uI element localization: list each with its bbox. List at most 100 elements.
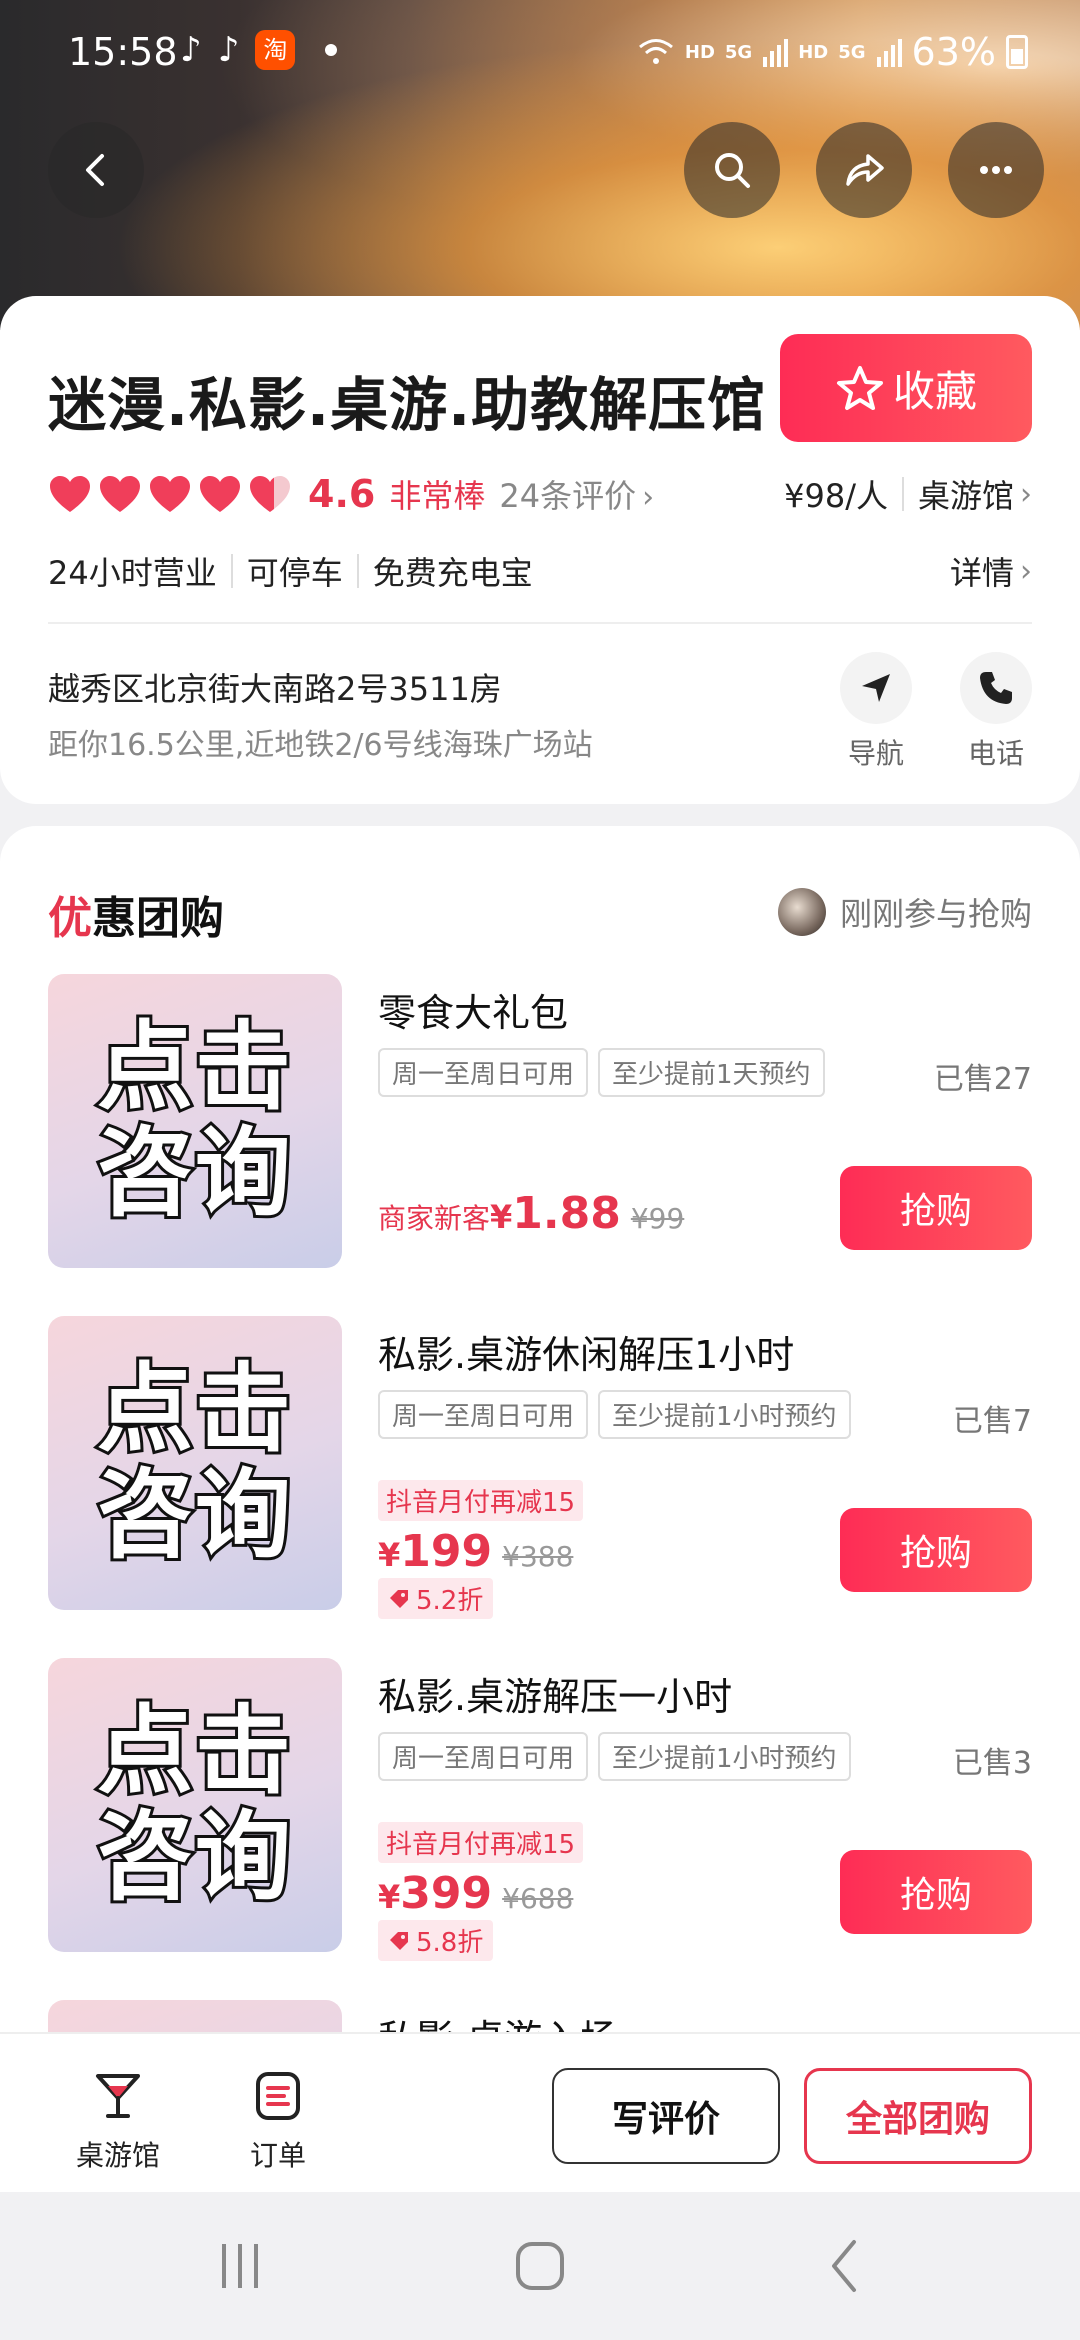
thumbnail-text: 咨询 [94, 1801, 294, 1913]
recent-buyers-label: 刚刚参与抢购 [839, 895, 1032, 933]
buy-button[interactable]: 抢购 [840, 1508, 1032, 1592]
discount-badge: 5.2折 [378, 1578, 494, 1619]
tag-power-bank: 免费充电宝 [372, 554, 533, 592]
store-info-card: 迷漫.私影.桌游.助教解压馆 收藏 4.6 非常棒 24条评价 › ¥98/人 桌… [0, 296, 1080, 804]
divider [901, 477, 904, 511]
original-price: ¥99 [630, 1202, 685, 1235]
recent-apps-icon[interactable] [210, 2236, 270, 2296]
store-category: 桌游馆 [917, 477, 1014, 515]
more-notifications-dot-icon [325, 44, 338, 56]
sold-count: 已售27 [933, 1062, 1032, 1097]
details-label: 详情 [949, 554, 1014, 592]
share-icon [846, 154, 884, 186]
recent-buyers: 刚刚参与抢购 [777, 888, 1032, 936]
avatar [777, 888, 826, 936]
rating-row: 4.6 非常棒 24条评价 › ¥98/人 桌游馆 › [48, 464, 1032, 524]
price-line: ¥399 ¥688 [378, 1868, 573, 1919]
wifi-icon [638, 39, 673, 64]
signal-icon [763, 39, 789, 67]
tiktok-icon: ♪ [180, 30, 202, 70]
booking-chip: 至少提前1天预约 [598, 1048, 825, 1097]
section-title: 优惠团购 [48, 882, 224, 946]
rating-score: 4.6 [308, 472, 376, 516]
booking-chip: 至少提前1小时预约 [598, 1390, 851, 1439]
thumbnail-text: 咨询 [94, 1459, 294, 1571]
share-button[interactable] [816, 122, 912, 218]
currency-symbol: ¥ [490, 1198, 513, 1236]
divider [356, 554, 359, 588]
chevron-left-icon [86, 154, 104, 186]
write-review-button[interactable]: 写评价 [552, 2068, 780, 2164]
tag-parking: 可停车 [246, 554, 343, 592]
tag-24h: 24小时营业 [48, 554, 217, 592]
deal-item[interactable]: 点击 咨询 私影.桌游休闲解压1小时 周一至周日可用 至少提前1小时预约 已售7… [48, 1316, 1032, 1619]
tab-store-label: 桌游馆 [75, 2139, 160, 2172]
heart-half-icon [250, 476, 290, 512]
search-icon [715, 153, 750, 188]
section-title-accent: 优 [48, 893, 92, 944]
section-title-rest: 惠团购 [92, 893, 224, 944]
navigate-label: 导航 [847, 737, 904, 770]
phone-label: 电话 [967, 737, 1024, 770]
all-deals-button[interactable]: 全部团购 [804, 2068, 1032, 2164]
tab-orders[interactable]: 订单 [218, 2068, 338, 2174]
price-line: 商家新客 ¥1.88 ¥99 [378, 1188, 684, 1239]
bottom-action-bar: 桌游馆 订单 写评价 全部团购 [0, 2032, 1080, 2192]
search-button[interactable] [684, 122, 780, 218]
deal-item[interactable]: 点击 咨询 私影.桌游解压一小时 周一至周日可用 至少提前1小时预约 已售3 抖… [48, 1658, 1032, 1961]
price-category[interactable]: ¥98/人 桌游馆 › [784, 471, 1032, 517]
back-button[interactable] [48, 122, 144, 218]
notification-icons: ♪ ♪ 淘 [180, 30, 338, 70]
currency-symbol: ¥ [378, 1878, 401, 1916]
battery-icon [1006, 35, 1028, 69]
thumbnail-text: 咨询 [94, 1117, 294, 1229]
tab-store[interactable]: 桌游馆 [58, 2068, 178, 2174]
back-nav-icon[interactable] [816, 2236, 876, 2296]
chevron-right-icon: › [642, 480, 655, 515]
favorite-button[interactable]: 收藏 [780, 334, 1032, 442]
chevron-right-icon: › [1020, 476, 1032, 512]
review-count-link[interactable]: 24条评价 › [499, 471, 654, 517]
system-status: HD 5G HD 5G 63% [637, 30, 1028, 74]
status-bar: 15:58 ♪ ♪ 淘 HD 5G HD 5G 63% [0, 0, 1080, 100]
deal-chips: 周一至周日可用 至少提前1天预约 [378, 1048, 825, 1097]
availability-chip: 周一至周日可用 [378, 1390, 589, 1439]
home-icon[interactable] [510, 2236, 570, 2296]
deal-name: 私影.桌游解压一小时 [378, 1675, 733, 1719]
deal-chips: 周一至周日可用 至少提前1小时预约 [378, 1390, 851, 1439]
signal-icon [876, 39, 902, 67]
deal-chips: 周一至周日可用 至少提前1小时预约 [378, 1732, 851, 1781]
store-address[interactable]: 越秀区北京街大南路2号3511房 [48, 664, 502, 710]
original-price: ¥388 [502, 1540, 574, 1573]
network-hd-label: HD [684, 41, 715, 63]
heart-icon [50, 476, 90, 512]
deal-name: 私影.桌游休闲解压1小时 [378, 1333, 795, 1377]
original-price: ¥688 [502, 1882, 574, 1915]
details-link[interactable]: 详情 › [950, 548, 1032, 594]
navigate-button[interactable]: 导航 [836, 652, 916, 772]
navigation-arrow-icon [862, 674, 890, 702]
deal-thumbnail: 点击 咨询 [48, 1658, 342, 1952]
availability-chip: 周一至周日可用 [378, 1732, 589, 1781]
discount-value: 5.2折 [416, 1586, 484, 1616]
discount-value: 5.8折 [416, 1928, 484, 1958]
new-customer-label: 商家新客 [378, 1202, 491, 1235]
favorite-label: 收藏 [892, 366, 977, 416]
sold-count: 已售3 [952, 1746, 1032, 1781]
network-hd-label: HD [798, 41, 829, 63]
deal-item[interactable]: 点击 咨询 零食大礼包 周一至周日可用 至少提前1天预约 已售27 商家新客 ¥… [48, 974, 1032, 1274]
deal-name: 零食大礼包 [378, 991, 569, 1035]
deal-price: ¥199 [378, 1526, 492, 1577]
buy-button[interactable]: 抢购 [840, 1850, 1032, 1934]
buy-button[interactable]: 抢购 [840, 1166, 1032, 1250]
more-options-button[interactable] [948, 122, 1044, 218]
sold-count: 已售7 [952, 1404, 1032, 1439]
price-per-person: ¥98/人 [784, 477, 888, 515]
store-tags: 24小时营业 可停车 免费充电宝 详情 › [48, 546, 1032, 596]
battery-percent: 63% [911, 30, 996, 74]
order-list-icon [256, 2072, 300, 2120]
deal-price: ¥399 [378, 1868, 492, 1919]
price-value: 199 [400, 1526, 493, 1577]
phone-button[interactable]: 电话 [956, 652, 1036, 772]
cocktail-glass-icon [96, 2074, 140, 2118]
